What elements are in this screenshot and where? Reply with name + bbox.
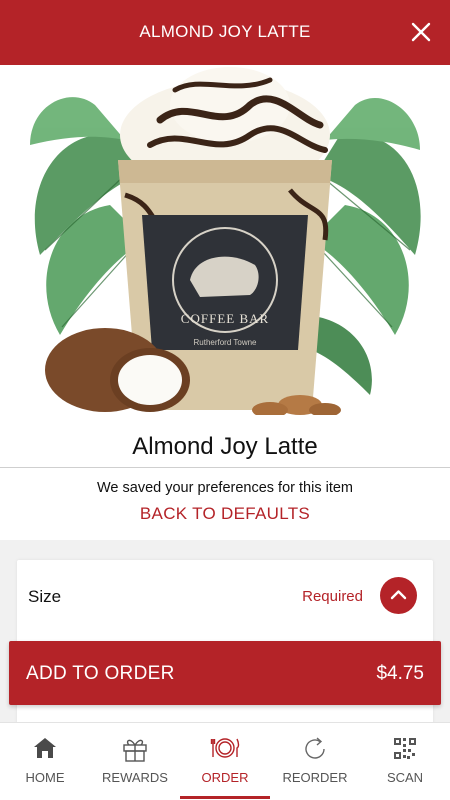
product-image: COFFEE BAR Rutherford Towne (0, 65, 450, 415)
tab-home[interactable]: HOME (0, 723, 90, 800)
back-to-defaults-link[interactable]: BACK TO DEFAULTS (0, 504, 450, 524)
close-button[interactable] (406, 17, 436, 47)
tab-order[interactable]: ORDER (180, 723, 270, 800)
preferences-note: We saved your preferences for this item (96, 480, 353, 496)
chevron-up-icon (390, 590, 407, 600)
tab-label: HOME (25, 770, 65, 785)
qr-code-icon (394, 738, 416, 759)
tab-label: REORDER (282, 770, 348, 785)
add-to-order-button[interactable]: ADD TO ORDER $4.75 (9, 641, 441, 705)
active-tab-indicator (180, 796, 270, 799)
gift-icon (123, 739, 147, 762)
add-to-order-label: ADD TO ORDER (26, 663, 175, 684)
tab-scan[interactable]: SCAN (360, 723, 450, 800)
size-label: Size (28, 587, 62, 606)
bottom-tab-bar: HOME REWARDS ORDER REORDER SCAN (0, 722, 450, 800)
divider (0, 467, 450, 468)
page-title: ALMOND JOY LATTE (139, 22, 311, 41)
refresh-icon (305, 737, 325, 759)
tab-label: ORDER (201, 770, 249, 785)
home-icon (34, 738, 56, 758)
collapse-size-button[interactable] (380, 577, 417, 614)
tab-label: SCAN (386, 770, 424, 785)
cup-brand-text: COFFEE BAR (181, 311, 269, 326)
tab-reorder[interactable]: REORDER (270, 723, 360, 800)
order-price: $4.75 (376, 663, 424, 684)
tab-label: REWARDS (102, 770, 168, 785)
product-name: Almond Joy Latte (132, 433, 318, 460)
dining-icon (210, 738, 240, 758)
cup-subtext: Rutherford Towne (194, 338, 258, 347)
close-icon (411, 22, 431, 42)
tab-rewards[interactable]: REWARDS (90, 723, 180, 800)
required-badge: Required (302, 588, 363, 605)
app-header: ALMOND JOY LATTE (0, 0, 450, 65)
